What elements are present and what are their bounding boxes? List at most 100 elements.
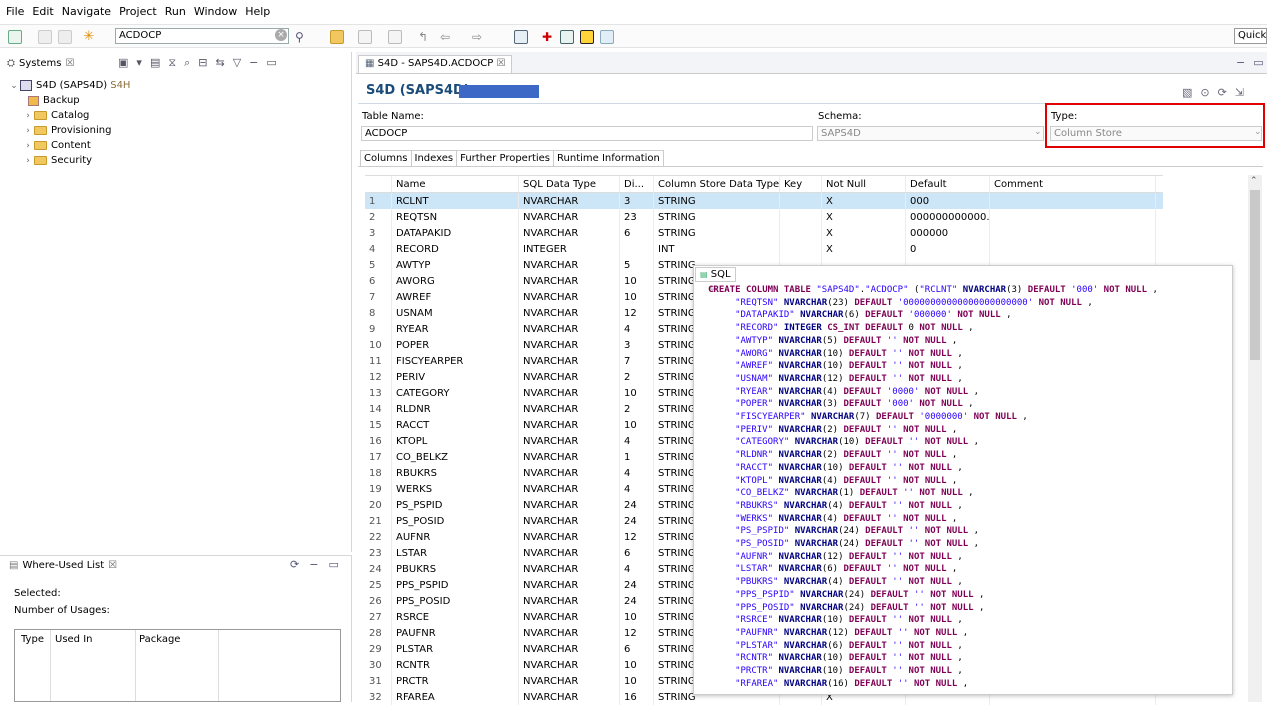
view-menu-icon[interactable]: ▽ [233, 56, 241, 70]
filter-icon[interactable]: ⧖ [168, 56, 176, 70]
table-cell [780, 209, 822, 225]
column-header[interactable]: Name [392, 176, 519, 192]
menu-navigate[interactable]: Navigate [62, 5, 111, 23]
tree-item-security[interactable]: › Security [8, 153, 130, 168]
maximize-icon[interactable]: ▭ [266, 56, 276, 70]
find-icon[interactable]: ⌕ [184, 56, 190, 70]
chevron-right-icon[interactable]: › [22, 156, 34, 166]
save-all-icon[interactable] [58, 30, 72, 44]
table-cell: NVARCHAR [519, 625, 620, 641]
open-folder-icon[interactable] [330, 30, 344, 44]
tree-item-content[interactable]: › Content [8, 138, 130, 153]
export-icon[interactable]: ▧ [1182, 86, 1192, 99]
sql-line: "WERKS" NVARCHAR(4) DEFAULT '' NOT NULL … [735, 513, 958, 524]
column-header[interactable] [365, 176, 392, 192]
column-header[interactable]: Comment [990, 176, 1156, 192]
tree-root[interactable]: ⌄ S4D (SAPS4D) S4H [8, 78, 130, 93]
column-header[interactable]: Not Null [822, 176, 906, 192]
table-name-input[interactable]: ACDOCP [361, 126, 813, 141]
link-icon[interactable]: ⇆ [215, 56, 224, 70]
chevron-right-icon[interactable]: › [22, 141, 34, 151]
system-icon [20, 80, 32, 91]
menu-window[interactable]: Window [194, 5, 237, 23]
sql-line: "AWORG" NVARCHAR(10) DEFAULT '' NOT NULL… [735, 348, 963, 359]
chevron-right-icon[interactable]: › [22, 126, 34, 136]
save-icon[interactable] [38, 30, 52, 44]
where-used-tab[interactable]: ▤ Where-Used List ☒ [9, 560, 117, 571]
tab-columns[interactable]: Columns [360, 150, 412, 167]
scroll-up-icon[interactable]: ⌃ [1250, 176, 1258, 186]
editor-tab[interactable]: ▦ S4D - SAPS4D.ACDOCP ☒ [358, 55, 513, 73]
chevron-down-icon[interactable]: ⌄ [1034, 127, 1042, 137]
chevron-right-icon[interactable]: › [22, 111, 34, 121]
tab-further-properties[interactable]: Further Properties [456, 150, 555, 167]
add-system-icon[interactable]: ▣ [118, 56, 128, 70]
collapse-icon[interactable]: ⊟ [198, 56, 207, 70]
tree-item-provisioning[interactable]: › Provisioning [8, 123, 130, 138]
menu-edit[interactable]: Edit [32, 5, 53, 23]
export-data-icon[interactable]: ⇲ [1235, 86, 1244, 99]
open-perspective-icon[interactable] [514, 30, 528, 44]
spark-icon[interactable]: ✳ [82, 30, 96, 44]
col-used-in[interactable]: Used In [55, 634, 93, 645]
chevron-down-icon[interactable]: ⌄ [8, 81, 20, 91]
column-header[interactable]: Key [780, 176, 822, 192]
refresh-icon[interactable]: ⟳ [290, 558, 299, 571]
maximize-icon[interactable]: ▭ [1253, 56, 1263, 69]
debug-icon[interactable] [600, 30, 614, 44]
table-row[interactable]: 2 REQTSN NVARCHAR 23 STRING X 000000000000... [365, 209, 1163, 225]
table-row[interactable]: 1 RCLNT NVARCHAR 3 STRING X 000 [365, 193, 1163, 209]
menu-file[interactable]: File [6, 5, 24, 23]
scrollbar-thumb[interactable] [1250, 190, 1260, 360]
sql-code[interactable]: CREATE COLUMN TABLE "SAPS4D"."ACDOCP" ("… [708, 284, 1228, 690]
table-cell: NVARCHAR [519, 337, 620, 353]
column-header[interactable]: Default [906, 176, 990, 192]
sql-console-icon[interactable] [560, 30, 574, 44]
tree-item-catalog[interactable]: › Catalog [8, 108, 130, 123]
schema-select[interactable]: SAPS4D [817, 126, 1044, 141]
minimize-icon[interactable]: − [1236, 56, 1245, 69]
table-cell: PS_POSID [392, 513, 519, 529]
table-cell: 16 [620, 689, 654, 705]
last-edit-icon[interactable]: ↰ [418, 30, 432, 44]
sql-tab[interactable]: ▤ SQL [695, 267, 736, 282]
column-header[interactable]: SQL Data Type [519, 176, 620, 192]
menu-run[interactable]: Run [165, 5, 186, 23]
column-header[interactable]: Column Store Data Type [654, 176, 780, 192]
console-icon[interactable]: ▤ [150, 56, 160, 70]
quick-access-input[interactable]: Quick [1234, 28, 1267, 44]
column-header[interactable]: Di... [620, 176, 654, 192]
close-icon[interactable]: ☒ [496, 58, 505, 69]
forward-icon[interactable]: ⇨ [472, 30, 486, 44]
dropdown-icon[interactable]: ▾ [136, 56, 142, 70]
next-annotation-icon[interactable] [358, 30, 372, 44]
tab-indexes[interactable]: Indexes [410, 150, 458, 167]
minimize-icon[interactable]: − [249, 56, 258, 70]
table-cell: 10 [620, 673, 654, 689]
execute-icon[interactable] [580, 30, 594, 44]
systems-tab[interactable]: ⛭ Systems ☒ [7, 58, 74, 69]
menu-project[interactable]: Project [119, 5, 157, 23]
open-definition-icon[interactable]: ⊙ [1200, 86, 1209, 99]
close-icon[interactable]: ☒ [66, 58, 75, 69]
close-icon[interactable]: ☒ [108, 560, 117, 571]
minimize-icon[interactable]: − [309, 558, 318, 571]
search-icon[interactable]: ⚲ [295, 30, 309, 44]
col-package[interactable]: Package [139, 634, 180, 645]
tab-runtime-information[interactable]: Runtime Information [553, 150, 664, 167]
prev-annotation-icon[interactable] [388, 30, 402, 44]
new-icon[interactable] [8, 30, 22, 44]
clear-search-icon[interactable]: × [275, 29, 287, 41]
where-used-table: Type Used In Package [14, 629, 341, 702]
maximize-icon[interactable]: ▭ [328, 558, 338, 571]
tool-icon[interactable]: ✚ [540, 30, 554, 44]
table-row[interactable]: 4 RECORD INTEGER INT X 0 [365, 241, 1163, 257]
back-icon[interactable]: ⇦ [440, 30, 454, 44]
refresh-icon[interactable]: ⟳ [1218, 86, 1227, 99]
toolbar-search-input[interactable]: ACDOCP [115, 28, 289, 44]
col-type[interactable]: Type [21, 634, 44, 645]
menu-help[interactable]: Help [245, 5, 270, 23]
table-row[interactable]: 3 DATAPAKID NVARCHAR 6 STRING X 000000 [365, 225, 1163, 241]
table-cell [990, 193, 1156, 209]
tree-item-backup[interactable]: Backup [8, 93, 130, 108]
